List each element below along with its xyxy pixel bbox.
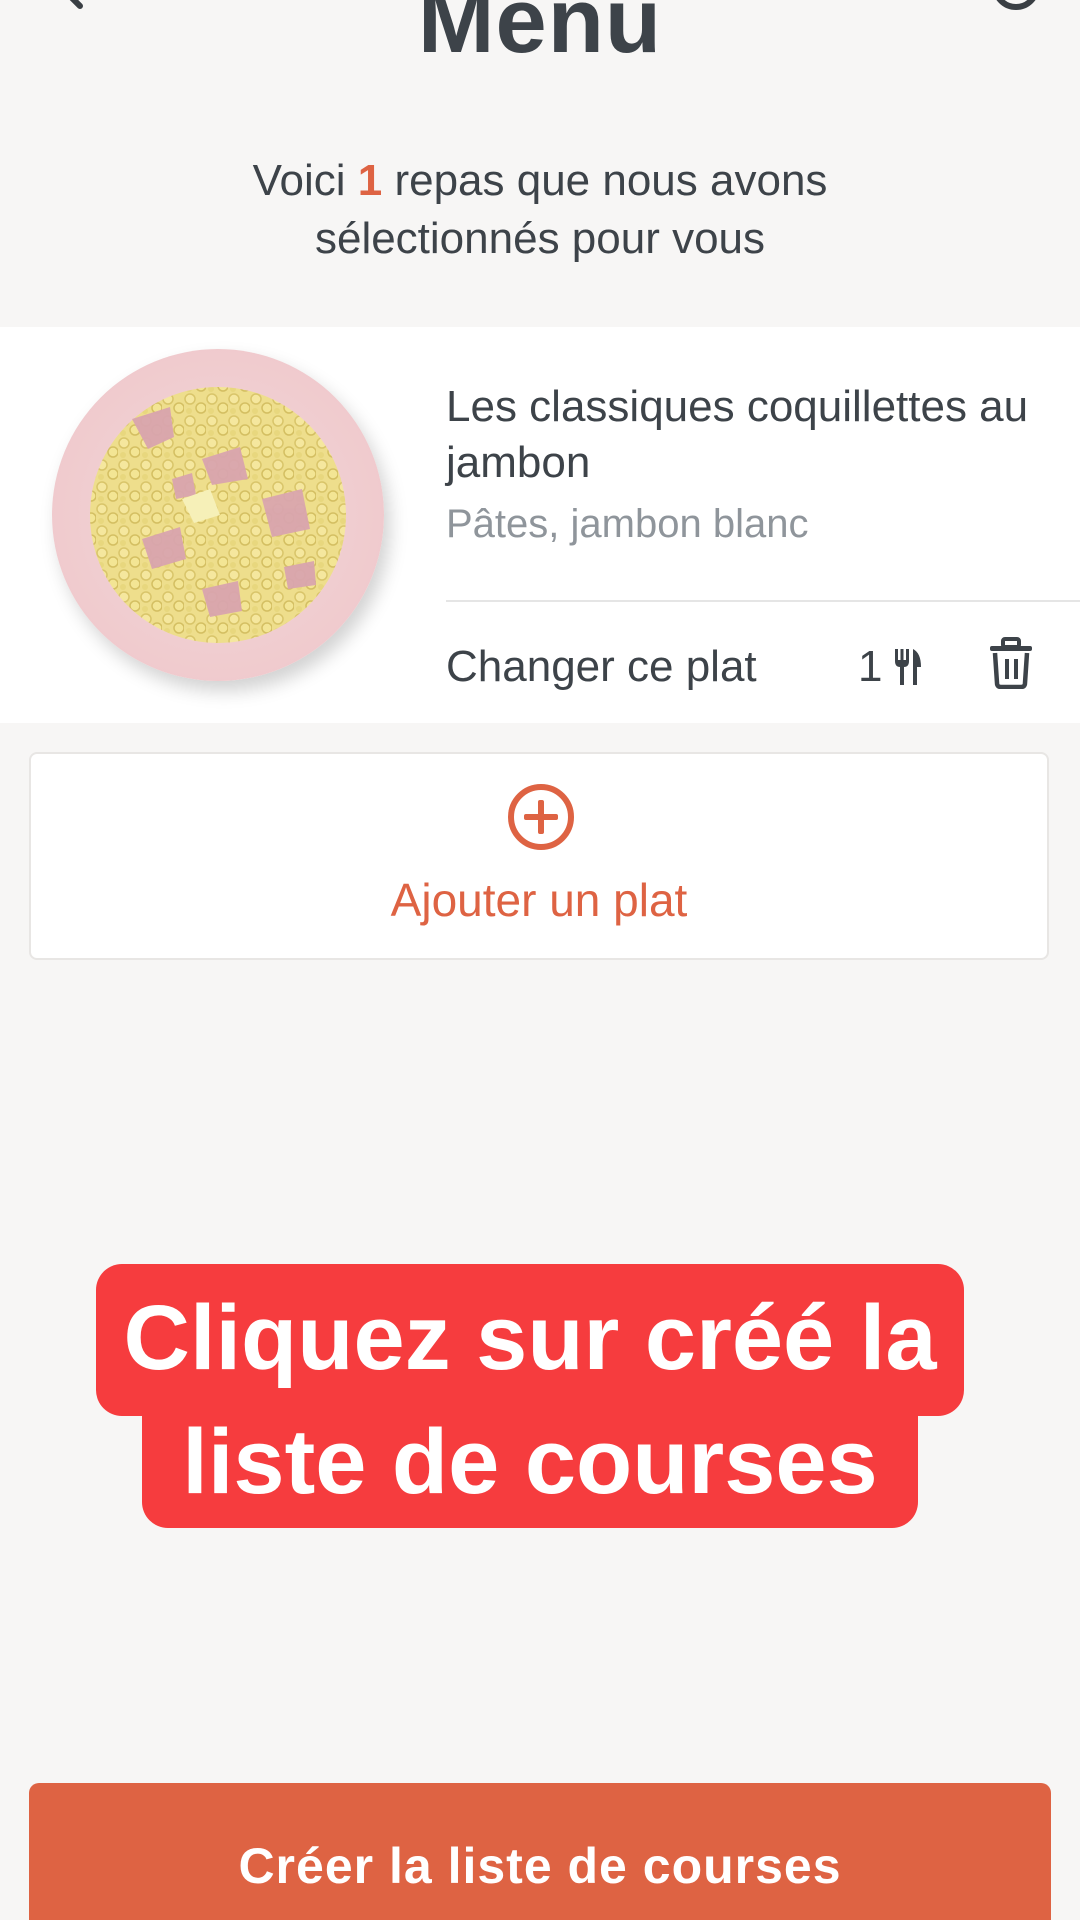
servings-selector[interactable]: 1	[858, 639, 922, 695]
meal-ingredients: Pâtes, jambon blanc	[446, 502, 809, 546]
meal-count-summary: Voici 1 repas que nous avons sélectionné…	[140, 152, 940, 268]
divider	[446, 600, 1080, 602]
menu-screen: Menu Voici 1 repas que nous avons sélect…	[0, 0, 1080, 1920]
meal-count: 1	[357, 156, 383, 205]
meal-image-pasta-plate	[52, 349, 384, 681]
add-dish-button[interactable]: Ajouter un plat	[29, 752, 1049, 960]
change-dish-button[interactable]: Changer ce plat	[446, 639, 757, 695]
caption-line-1: Cliquez sur créé la	[96, 1264, 964, 1416]
add-dish-label: Ajouter un plat	[390, 874, 688, 926]
page-title: Menu	[417, 0, 663, 72]
meal-card: Les classiques coquillettes au jambon Pâ…	[0, 327, 1080, 723]
summary-suffix: repas que nous avons sélectionnés pour v…	[314, 156, 828, 263]
create-shopping-list-button[interactable]: Créer la liste de courses	[29, 1783, 1051, 1920]
meal-title[interactable]: Les classiques coquillettes au jambon	[446, 379, 1056, 491]
trash-icon[interactable]	[988, 637, 1034, 689]
plus-circle-icon	[508, 784, 574, 850]
servings-count: 1	[858, 642, 883, 691]
cutlery-icon	[895, 649, 922, 685]
summary-prefix: Voici	[252, 156, 358, 205]
